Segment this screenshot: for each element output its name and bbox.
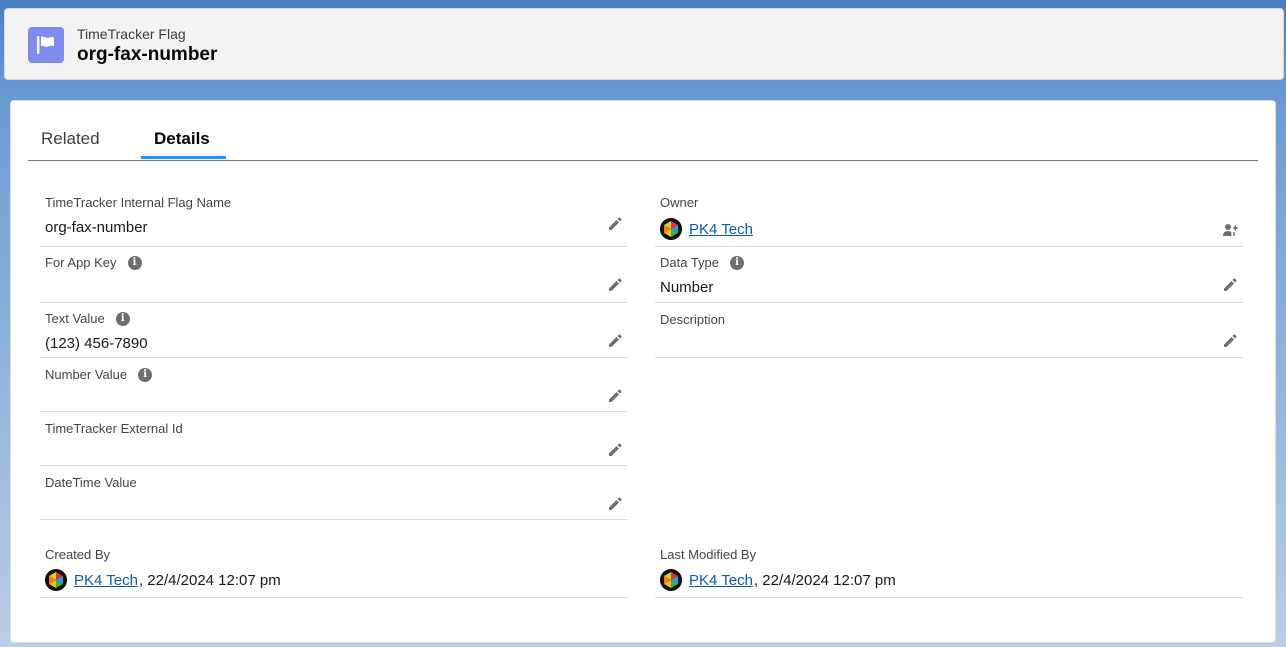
tab-related[interactable]: Related [41, 129, 100, 149]
field-last-modified-by: Last Modified By PK4 Tech , 22/4/2024 12… [655, 542, 1243, 598]
created-date: , 22/4/2024 12:07 pm [138, 571, 281, 589]
pencil-icon[interactable] [1222, 277, 1238, 293]
pencil-icon[interactable] [607, 277, 623, 293]
tab-details[interactable]: Details [154, 129, 210, 149]
field-label-wrap: For App Key i [45, 255, 142, 270]
field-internal-flag-name: TimeTracker Internal Flag Name org-fax-n… [40, 187, 628, 247]
active-tab-indicator [141, 156, 226, 159]
field-created-by: Created By PK4 Tech , 22/4/2024 12:07 pm [40, 542, 628, 598]
field-text-value: Text Value i (123) 456-7890 [40, 303, 628, 358]
created-by-user-link[interactable]: PK4 Tech [74, 572, 138, 589]
pencil-icon[interactable] [1222, 333, 1238, 349]
field-value: org-fax-number [45, 219, 148, 236]
field-external-id: TimeTracker External Id [40, 412, 628, 466]
field-for-app-key: For App Key i [40, 247, 628, 303]
details-card: Related Details TimeTracker Internal Fla… [10, 100, 1276, 643]
field-value: Number [660, 279, 714, 296]
pencil-icon[interactable] [607, 216, 623, 232]
info-icon[interactable]: i [127, 255, 142, 270]
change-owner-icon[interactable] [1222, 222, 1238, 238]
pencil-icon[interactable] [607, 496, 623, 512]
field-value: PK4 Tech [660, 218, 753, 240]
user-avatar[interactable] [660, 218, 682, 240]
last-modified-user-link[interactable]: PK4 Tech [689, 572, 753, 589]
field-label: TimeTracker External Id [45, 421, 183, 436]
user-avatar[interactable] [45, 569, 67, 591]
field-label-wrap: Data Type i [660, 255, 745, 270]
object-type-label: TimeTracker Flag [77, 26, 186, 42]
field-label: Number Value [45, 367, 128, 382]
user-avatar[interactable] [660, 569, 682, 591]
flag-icon [28, 27, 64, 63]
pencil-icon[interactable] [607, 442, 623, 458]
field-label-wrap: Text Value i [45, 311, 130, 326]
field-label: TimeTracker Internal Flag Name [45, 195, 232, 210]
info-icon[interactable]: i [730, 255, 745, 270]
field-value: (123) 456-7890 [45, 335, 148, 352]
field-label: Created By [45, 547, 111, 562]
field-number-value: Number Value i [40, 358, 628, 412]
field-label-wrap: Number Value i [45, 367, 153, 382]
field-value: PK4 Tech , 22/4/2024 12:07 pm [45, 569, 281, 591]
pencil-icon[interactable] [607, 333, 623, 349]
record-title: org-fax-number [77, 44, 218, 65]
field-label: Last Modified By [660, 547, 757, 562]
field-label: DateTime Value [45, 475, 137, 490]
field-datetime-value: DateTime Value [40, 466, 628, 520]
owner-user-link[interactable]: PK4 Tech [689, 221, 753, 238]
field-label: Text Value [45, 311, 105, 326]
field-label: Data Type [660, 255, 720, 270]
field-label: Owner [660, 195, 699, 210]
pencil-icon[interactable] [607, 388, 623, 404]
field-description: Description [655, 303, 1243, 358]
field-label: Description [660, 312, 726, 327]
field-label: For App Key [45, 255, 117, 270]
field-owner: Owner PK4 Tech [655, 187, 1243, 247]
field-value: PK4 Tech , 22/4/2024 12:07 pm [660, 569, 896, 591]
last-modified-date: , 22/4/2024 12:07 pm [753, 571, 896, 589]
tab-bar: Related Details [28, 101, 1258, 161]
info-icon[interactable]: i [115, 311, 130, 326]
record-header: TimeTracker Flag org-fax-number [4, 8, 1284, 80]
field-data-type: Data Type i Number [655, 247, 1243, 303]
info-icon[interactable]: i [138, 367, 153, 382]
